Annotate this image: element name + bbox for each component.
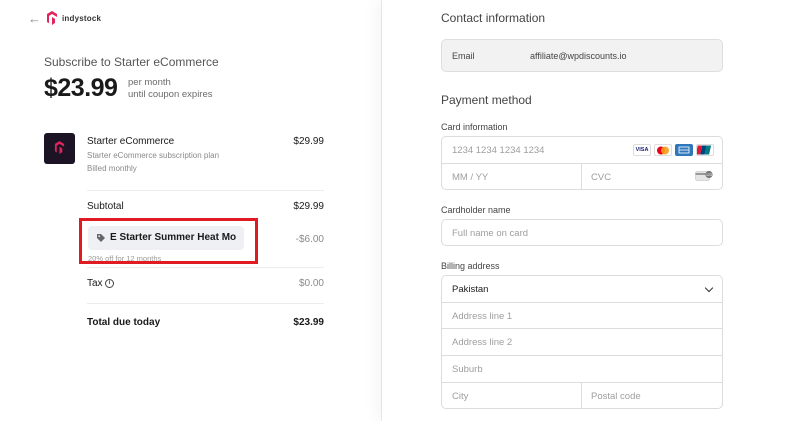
total-value: $23.99 [293, 317, 324, 328]
mastercard-icon [654, 144, 672, 156]
amex-icon [675, 144, 693, 156]
tax-label: Tax [87, 278, 103, 289]
country-select[interactable]: Pakistan [441, 275, 723, 303]
tax-value: $0.00 [298, 278, 324, 289]
subtotal-label: Subtotal [87, 201, 124, 212]
subscribe-title: Subscribe to Starter eCommerce [44, 55, 219, 69]
expiry-input[interactable]: MM / YY [441, 163, 582, 190]
city-placeholder: City [452, 391, 469, 402]
contact-title: Contact information [441, 11, 546, 25]
chevron-down-icon [704, 283, 714, 293]
payment-title: Payment method [441, 93, 532, 107]
price-amount: $23.99 [44, 74, 118, 102]
total-label: Total due today [87, 317, 161, 328]
price-period: per month until coupon expires [128, 77, 213, 101]
expiry-placeholder: MM / YY [452, 172, 489, 183]
subtotal-value: $29.99 [293, 201, 324, 212]
card-number-input[interactable]: 1234 1234 1234 1234 VISA [441, 136, 723, 164]
coupon-highlight-box [79, 218, 258, 264]
address-line2-input[interactable]: Address line 2 [441, 328, 723, 356]
card-number-placeholder: 1234 1234 1234 1234 [452, 145, 545, 156]
cvc-card-icon: 123 [695, 170, 713, 181]
cardholder-input[interactable]: Full name on card [441, 219, 723, 246]
address-line1-placeholder: Address line 1 [452, 311, 513, 322]
product-thumbnail [44, 133, 75, 164]
back-arrow-icon[interactable]: ← [28, 12, 41, 25]
discount-value: -$6.00 [295, 234, 324, 245]
unionpay-icon [696, 144, 714, 156]
card-brand-logos: VISA [633, 144, 714, 156]
email-value: affiliate@wpdiscounts.io [530, 51, 627, 61]
product-price: $29.99 [293, 136, 324, 147]
cardholder-placeholder: Full name on card [452, 228, 529, 239]
product-logo-icon [54, 141, 65, 154]
postal-code-input[interactable]: Postal code [581, 382, 723, 409]
divider [87, 267, 324, 268]
address-line1-input[interactable]: Address line 1 [441, 302, 723, 329]
svg-text:123: 123 [706, 173, 712, 177]
cvc-placeholder: CVC [591, 172, 612, 183]
info-icon[interactable]: i [105, 279, 114, 288]
country-value: Pakistan [452, 284, 489, 295]
divider [87, 303, 324, 304]
brand-logo-icon [47, 11, 57, 25]
billing-address-label: Billing address [441, 261, 500, 271]
brand-name: indystock [62, 14, 102, 23]
email-label: Email [452, 51, 475, 61]
divider [87, 190, 324, 191]
price-period-line1: per month [128, 77, 171, 88]
cardholder-label: Cardholder name [441, 205, 511, 215]
card-info-label: Card information [441, 122, 508, 132]
postal-code-placeholder: Postal code [591, 391, 641, 402]
city-input[interactable]: City [441, 382, 582, 409]
price-period-line2: until coupon expires [128, 89, 213, 100]
order-summary-pane: ← indystock Subscribe to Starter eCommer… [0, 0, 381, 421]
product-billing: Billed monthly [87, 164, 137, 173]
address-line2-placeholder: Address line 2 [452, 337, 513, 348]
suburb-placeholder: Suburb [452, 364, 483, 375]
product-name: Starter eCommerce [87, 136, 175, 147]
product-description: Starter eCommerce subscription plan [87, 151, 220, 160]
suburb-input[interactable]: Suburb [441, 355, 723, 383]
email-field[interactable]: Email affiliate@wpdiscounts.io [441, 39, 723, 72]
visa-icon: VISA [633, 144, 651, 156]
cvc-input[interactable]: CVC 123 [581, 163, 723, 190]
